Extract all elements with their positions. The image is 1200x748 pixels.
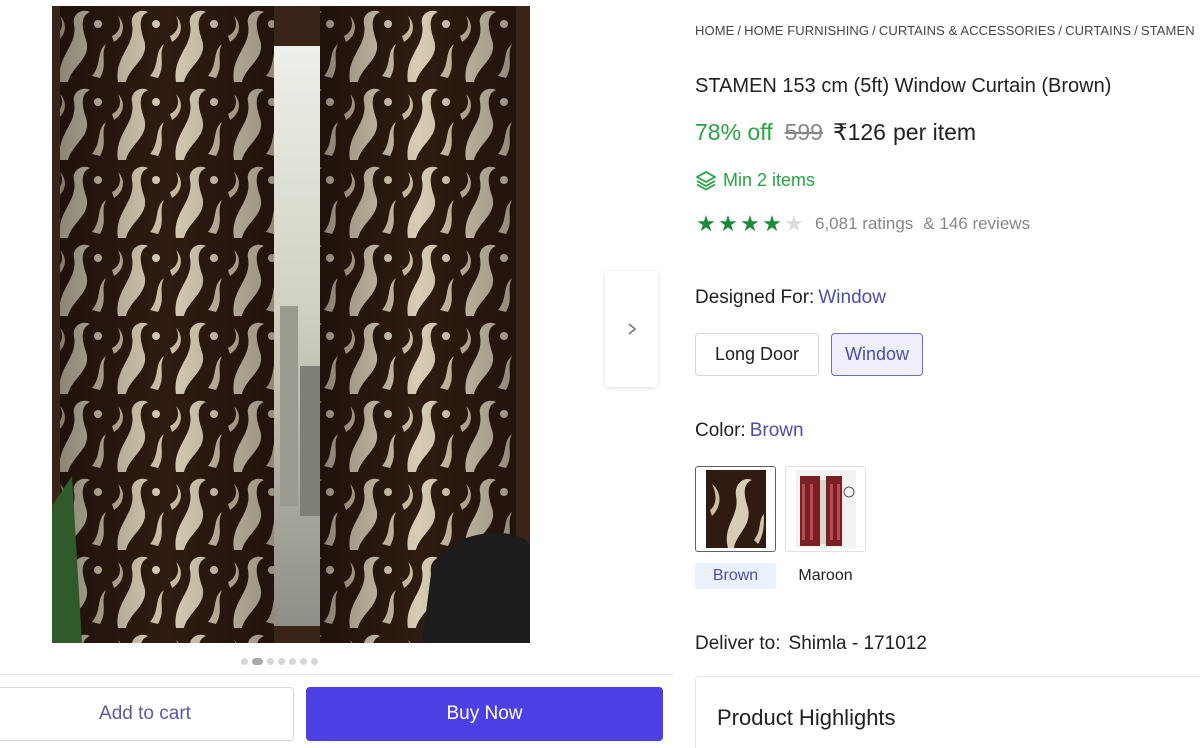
rating-row[interactable]: ★ ★ ★ ★ ★ 6,081 ratings & 146 reviews — [695, 213, 1030, 235]
chevron-right-icon — [627, 323, 636, 335]
min-items-text: Min 2 items — [723, 169, 816, 190]
star-empty-icon: ★ — [784, 211, 804, 236]
gallery-dot[interactable] — [289, 658, 296, 665]
breadcrumb-home[interactable]: HOME — [695, 23, 734, 38]
color-swatch-maroon-label: Maroon — [798, 567, 853, 584]
breadcrumb-home-furnishing[interactable]: HOME FURNISHING — [744, 23, 869, 38]
designed-for-option-long-door[interactable]: Long Door — [695, 333, 819, 376]
original-price: 599 — [784, 119, 823, 145]
deliver-to-label: Deliver to: — [695, 633, 781, 654]
discount-percent: 78% off — [695, 119, 773, 145]
min-items-badge: Min 2 items — [695, 169, 815, 191]
breadcrumb-curtains-accessories[interactable]: CURTAINS & ACCESSORIES — [879, 23, 1056, 38]
designed-for-selected: Window — [818, 287, 886, 308]
gallery-dot[interactable] — [267, 658, 274, 665]
selling-price: ₹126 — [832, 119, 886, 145]
maroon-curtain-thumbnail — [795, 470, 856, 548]
breadcrumb-separator: / — [737, 23, 742, 38]
product-highlights-section: Product Highlights — [695, 676, 1200, 748]
color-heading: Color: — [695, 420, 746, 441]
ratings-count: 6,081 ratings — [815, 214, 914, 233]
star-filled-icon: ★ — [718, 211, 738, 236]
next-image-button[interactable] — [605, 271, 658, 387]
gallery-dot[interactable] — [241, 658, 248, 665]
color-swatch-brown[interactable] — [695, 466, 776, 552]
delivery-location[interactable]: Shimla - 171012 — [789, 633, 927, 654]
breadcrumb-separator: / — [1058, 23, 1063, 38]
price-row: 78% off 599 ₹126 per item — [695, 119, 976, 146]
product-title: STAMEN 153 cm (5ft) Window Curtain (Brow… — [695, 75, 1112, 97]
gallery-dot[interactable] — [300, 658, 307, 665]
star-filled-icon: ★ — [696, 211, 716, 236]
layers-icon — [696, 171, 716, 191]
reviews-count: & 146 reviews — [923, 214, 1031, 233]
product-image[interactable] — [52, 6, 530, 643]
add-to-cart-button[interactable]: Add to cart — [0, 687, 294, 741]
buy-now-button[interactable]: Buy Now — [306, 687, 663, 741]
star-filled-icon: ★ — [762, 211, 782, 236]
gallery-dot[interactable] — [278, 658, 285, 665]
deliver-to: Deliver to: Shimla - 171012 — [695, 633, 927, 655]
color-swatch-brown-label: Brown — [695, 563, 776, 589]
designed-for-label: Designed For: Window — [695, 287, 886, 309]
star-filled-icon: ★ — [740, 211, 760, 236]
gallery-dots — [241, 658, 318, 665]
price-unit: per item — [892, 119, 977, 145]
designed-for-option-window[interactable]: Window — [831, 333, 923, 376]
breadcrumb: HOME / HOME FURNISHING / CURTAINS & ACCESSOR… — [695, 23, 1200, 38]
star-rating: ★ ★ ★ ★ ★ — [695, 213, 805, 235]
brown-curtain-thumbnail — [705, 470, 766, 548]
action-bar: Add to cart Buy Now — [0, 674, 674, 748]
breadcrumb-curtains[interactable]: CURTAINS — [1065, 23, 1131, 38]
product-highlights-title: Product Highlights — [717, 705, 896, 730]
color-swatch-maroon[interactable] — [785, 466, 866, 552]
color-label: Color: Brown — [695, 420, 804, 442]
designed-for-heading: Designed For: — [695, 287, 815, 308]
gallery-dot[interactable] — [252, 658, 263, 665]
breadcrumb-stamen[interactable]: STAMEN — [1141, 23, 1195, 38]
color-selected: Brown — [749, 420, 804, 441]
breadcrumb-separator: / — [872, 23, 876, 38]
curtain-image — [52, 6, 530, 643]
gallery-dot[interactable] — [311, 658, 318, 665]
breadcrumb-separator: / — [1134, 23, 1138, 38]
